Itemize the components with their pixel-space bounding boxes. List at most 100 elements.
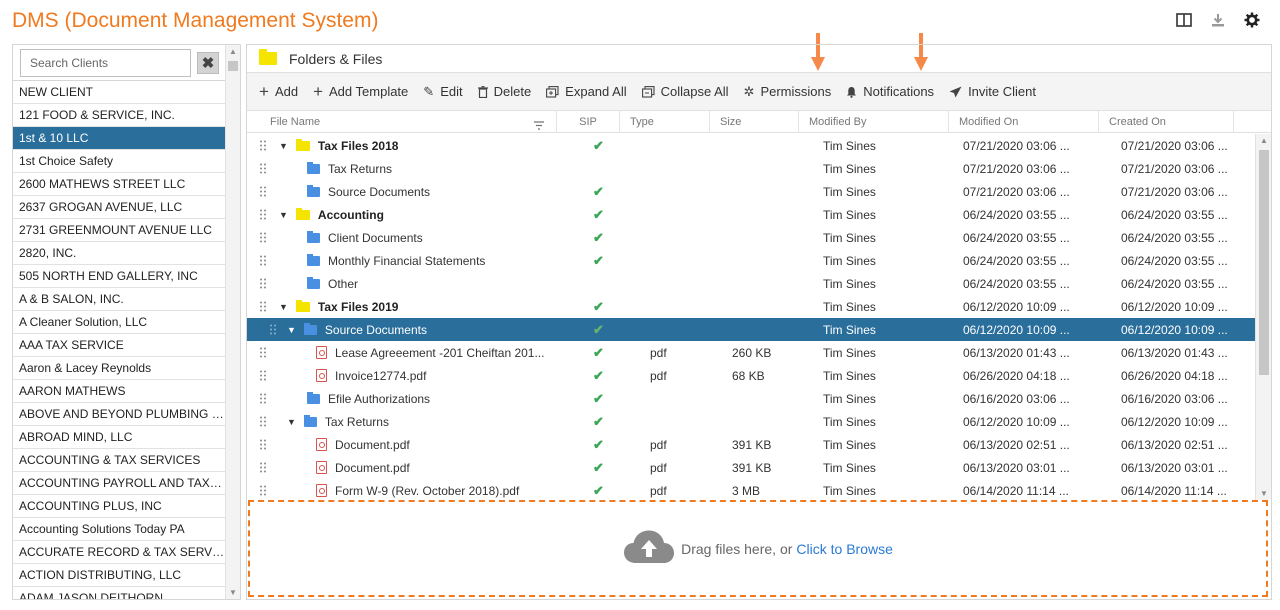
column-header-size[interactable]: Size (710, 110, 799, 133)
drag-handle-icon[interactable] (258, 462, 268, 474)
drag-handle-icon[interactable] (258, 186, 268, 198)
client-list-item[interactable]: 2731 GREENMOUNT AVENUE LLC (13, 219, 225, 242)
drag-handle-icon[interactable] (258, 232, 268, 244)
client-list-item[interactable]: A Cleaner Solution, LLC (13, 311, 225, 334)
file-grid-scrollbar[interactable]: ▲ ▼ (1255, 134, 1271, 500)
client-list-item[interactable]: Accounting Solutions Today PA (13, 518, 225, 541)
collapse-all-button[interactable]: Collapse All (641, 84, 729, 99)
file-row[interactable]: Efile Authorizations ✔ Tim Sines 06/16/2020… (247, 387, 1255, 410)
modified-on-cell: 06/12/2020 10:09 ... (963, 322, 1070, 337)
drag-handle-icon[interactable] (258, 347, 268, 359)
invite-client-button[interactable]: Invite Client (949, 84, 1036, 99)
drag-handle-icon[interactable] (258, 439, 268, 451)
permissions-button[interactable]: ✲ Permissions (744, 84, 832, 100)
file-name-wrap: ▼ Tax Files 2018 (279, 138, 398, 153)
file-row[interactable]: ▼ Accounting ✔ Tim Sines 06/24/2020 03:55 ..… (247, 203, 1255, 226)
client-list-item[interactable]: 2600 MATHEWS STREET LLC (13, 173, 225, 196)
file-name-cell: Invoice12774.pdf (247, 364, 557, 387)
columns-icon[interactable] (1174, 10, 1194, 30)
scroll-down-icon[interactable]: ▼ (229, 588, 237, 597)
column-header-created-on[interactable]: Created On (1099, 110, 1234, 133)
browse-link[interactable]: Click to Browse (796, 541, 892, 557)
client-list-item[interactable]: NEW CLIENT (13, 81, 225, 104)
file-row[interactable]: Tax Returns Tim Sines 07/21/2020 03:06 ...… (247, 157, 1255, 180)
client-list-item[interactable]: Aaron & Lacey Reynolds (13, 357, 225, 380)
drag-handle-icon[interactable] (258, 370, 268, 382)
file-row[interactable]: Lease Agreeement -201 Cheiftan 201... ✔ pd… (247, 341, 1255, 364)
client-search-row: ✖ (13, 45, 240, 81)
file-row[interactable]: ▼ Source Documents ✔ Tim Sines 06/12/2020 10… (247, 318, 1255, 341)
file-row[interactable]: Monthly Financial Statements ✔ Tim Sines 06… (247, 249, 1255, 272)
expand-caret-icon[interactable]: ▼ (279, 141, 288, 151)
file-row[interactable]: Other Tim Sines 06/24/2020 03:55 ... 06/24/… (247, 272, 1255, 295)
created-on-cell: 06/24/2020 03:55 ... (1121, 230, 1228, 245)
client-list-item[interactable]: ABOVE AND BEYOND PLUMBING & ... (13, 403, 225, 426)
drag-handle-icon[interactable] (258, 140, 268, 152)
notifications-button[interactable]: Notifications (846, 84, 934, 99)
client-list-item[interactable]: ACCOUNTING PAYROLL AND TAX S... (13, 472, 225, 495)
delete-button[interactable]: Delete (477, 84, 531, 99)
expand-all-button[interactable]: Expand All (546, 84, 627, 99)
clear-search-button[interactable]: ✖ (197, 51, 219, 74)
expand-caret-icon[interactable]: ▼ (287, 325, 296, 335)
client-list-item[interactable]: ACTION DISTRIBUTING, LLC (13, 564, 225, 587)
client-list-item[interactable]: AARON MATHEWS (13, 380, 225, 403)
download-icon[interactable] (1208, 10, 1228, 30)
drag-handle-icon[interactable] (258, 416, 268, 428)
file-row[interactable]: Document.pdf ✔ pdf 391 KB Tim Sines 06/13/202… (247, 433, 1255, 456)
file-type-cell: pdf (650, 460, 667, 475)
file-row[interactable]: Document.pdf ✔ pdf 391 KB Tim Sines 06/13/202… (247, 456, 1255, 479)
expand-caret-icon[interactable]: ▼ (279, 302, 288, 312)
column-header-modified-on[interactable]: Modified On (949, 110, 1099, 133)
client-list-item[interactable]: 1st Choice Safety (13, 150, 225, 173)
column-header-type[interactable]: Type (620, 110, 710, 133)
file-row[interactable]: ▼ Tax Returns ✔ Tim Sines 06/12/2020 10:09 .… (247, 410, 1255, 433)
expand-caret-icon[interactable]: ▼ (287, 417, 296, 427)
add-template-button[interactable]: + Add Template (313, 82, 408, 102)
column-header-file-name[interactable]: File Name (247, 110, 557, 133)
client-list-item[interactable]: 121 FOOD & SERVICE, INC. (13, 104, 225, 127)
scroll-up-icon[interactable]: ▲ (229, 47, 237, 56)
client-search-input[interactable] (20, 48, 191, 77)
scroll-thumb[interactable] (228, 61, 238, 71)
drag-handle-icon[interactable] (268, 324, 278, 336)
edit-button[interactable]: ✎ Edit (423, 84, 462, 100)
column-header-sip[interactable]: SIP (557, 110, 620, 133)
file-row[interactable]: ▼ Tax Files 2019 ✔ Tim Sines 06/12/2020 10:0… (247, 295, 1255, 318)
client-list-item[interactable]: 2820, INC. (13, 242, 225, 265)
drag-handle-icon[interactable] (258, 163, 268, 175)
file-row[interactable]: Invoice12774.pdf ✔ pdf 68 KB Tim Sines 06/26/… (247, 364, 1255, 387)
expand-caret-icon[interactable]: ▼ (279, 210, 288, 220)
client-list-item[interactable]: 1st & 10 LLC (13, 127, 225, 150)
client-list-item[interactable]: ACCURATE RECORD & TAX SERVICE (13, 541, 225, 564)
file-row[interactable]: Source Documents ✔ Tim Sines 07/21/2020 03:… (247, 180, 1255, 203)
panel-header: Folders & Files (247, 45, 1271, 73)
client-list-item[interactable]: ADAM JASON DEITHORN (13, 587, 225, 599)
created-on-cell: 06/24/2020 03:55 ... (1121, 253, 1228, 268)
drag-handle-icon[interactable] (258, 301, 268, 313)
client-list-item[interactable]: ACCOUNTING & TAX SERVICES (13, 449, 225, 472)
client-list-item[interactable]: AAA TAX SERVICE (13, 334, 225, 357)
drag-handle-icon[interactable] (258, 485, 268, 497)
drag-handle-icon[interactable] (258, 255, 268, 267)
client-list-item[interactable]: ABROAD MIND, LLC (13, 426, 225, 449)
scroll-thumb[interactable] (1259, 150, 1269, 375)
add-button[interactable]: + Add (259, 82, 298, 102)
file-row[interactable]: ▼ Tax Files 2018 ✔ Tim Sines 07/21/2020 03:0… (247, 134, 1255, 157)
client-list-item[interactable]: A & B SALON, INC. (13, 288, 225, 311)
client-list-item[interactable]: ACCOUNTING PLUS, INC (13, 495, 225, 518)
scroll-up-icon[interactable]: ▲ (1260, 136, 1268, 145)
column-header-modified-by[interactable]: Modified By (799, 110, 949, 133)
settings-gear-icon[interactable] (1242, 10, 1262, 30)
file-row[interactable]: Client Documents ✔ Tim Sines 06/24/2020 03:… (247, 226, 1255, 249)
scroll-down-icon[interactable]: ▼ (1260, 489, 1268, 498)
drag-handle-icon[interactable] (258, 393, 268, 405)
drag-handle-icon[interactable] (258, 209, 268, 221)
file-row[interactable]: Form W-9 (Rev. October 2018).pdf ✔ pdf 3 MB… (247, 479, 1255, 500)
client-list-scrollbar[interactable]: ▲ ▼ (225, 45, 240, 599)
client-list-item[interactable]: 505 NORTH END GALLERY, INC (13, 265, 225, 288)
drag-handle-icon[interactable] (258, 278, 268, 290)
upload-dropzone[interactable]: Drag files here, or Click to Browse (248, 500, 1268, 597)
client-list-item[interactable]: 2637 GROGAN AVENUE, LLC (13, 196, 225, 219)
modified-by-cell: Tim Sines (823, 138, 876, 153)
